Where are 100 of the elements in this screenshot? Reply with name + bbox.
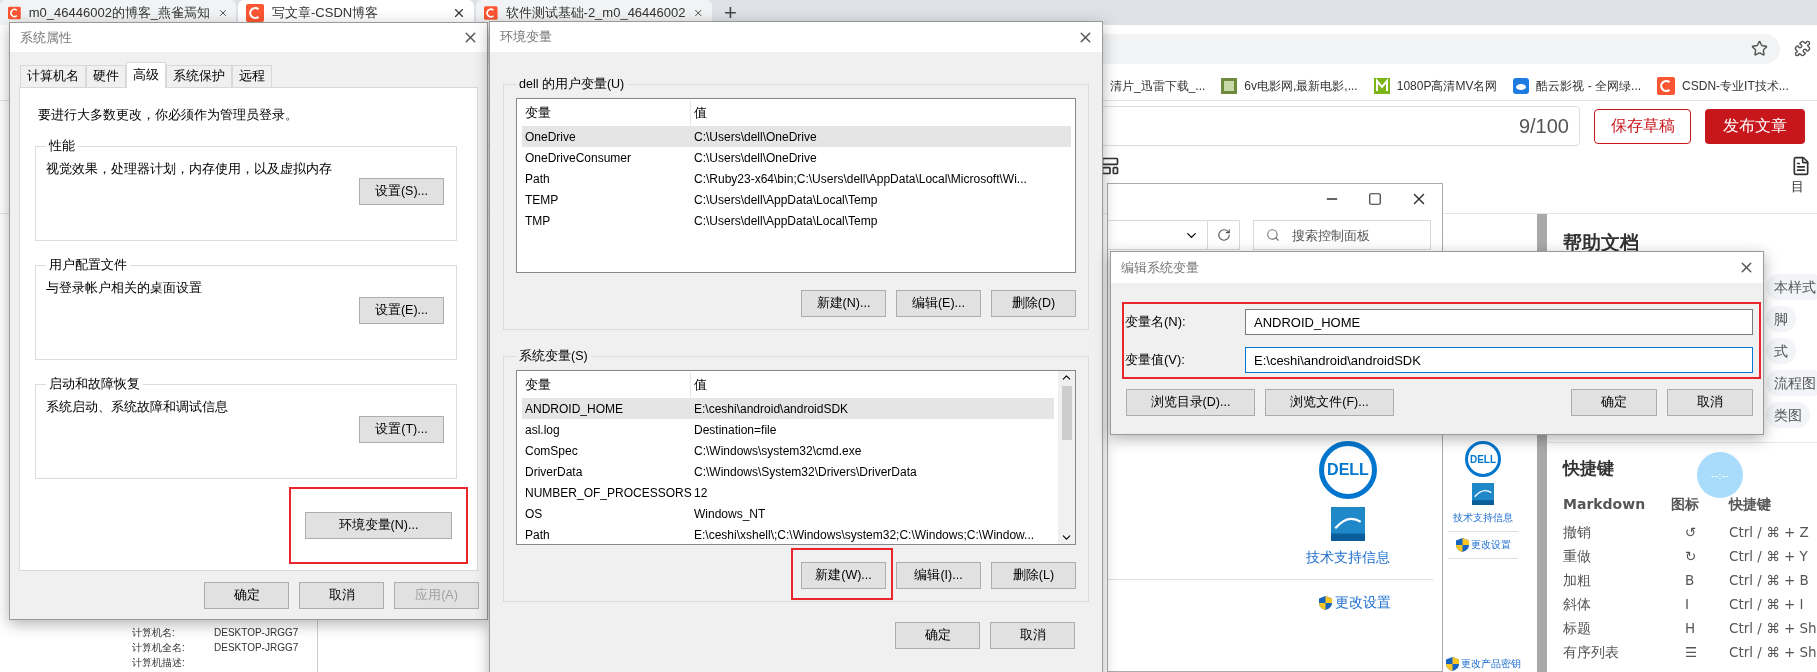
variable-name: OneDrive bbox=[524, 129, 577, 144]
dialog-button[interactable]: 删除(D) bbox=[991, 290, 1076, 317]
bookmark-link[interactable]: 6v电影网,最新电影,... bbox=[1244, 77, 1358, 95]
settings-link[interactable]: 更改设置 bbox=[1319, 594, 1391, 612]
variables-list[interactable] bbox=[516, 98, 1076, 273]
browse-button[interactable]: 浏览文件(F)... bbox=[1265, 389, 1394, 416]
star-icon[interactable] bbox=[1751, 40, 1768, 57]
variable-value: C:\Users\dell\OneDrive bbox=[693, 129, 817, 144]
variable-row[interactable]: TEMP C:\Users\dell\AppData\Local\Temp bbox=[522, 189, 1071, 210]
column-header[interactable]: 值 bbox=[691, 373, 707, 398]
dialog-button[interactable]: 删除(L) bbox=[991, 562, 1076, 589]
dialog-button[interactable]: 确定 bbox=[204, 582, 289, 609]
shortcuts-title: 快捷键 bbox=[1563, 457, 1614, 480]
syntax-chip[interactable]: 流程图 bbox=[1766, 370, 1817, 396]
bookmark-link[interactable]: 酷云影视 - 全网绿... bbox=[1536, 77, 1642, 95]
dialog-button[interactable]: 确定 bbox=[1571, 389, 1657, 416]
variables-list[interactable] bbox=[516, 370, 1076, 545]
dialog-tab[interactable]: 高级 bbox=[126, 62, 166, 88]
variable-row[interactable]: Path C:\Ruby23-x64\bin;C:\Users\dell\AppData\Local\Microsoft\Wi... bbox=[522, 168, 1071, 189]
dialog-tab[interactable]: 远程 bbox=[232, 65, 272, 87]
bookmark-link[interactable]: CSDN-专业IT技术... bbox=[1682, 77, 1789, 95]
variable-name: asl.log bbox=[524, 422, 561, 437]
format-glyph: ☰ bbox=[1684, 643, 1699, 662]
format-glyph: B bbox=[1684, 571, 1696, 590]
dialog-button[interactable]: 确定 bbox=[895, 622, 980, 649]
search-input[interactable]: 搜索控制面板 bbox=[1290, 226, 1424, 244]
bookmark-link[interactable]: 清片_迅雷下载_... bbox=[1110, 77, 1206, 95]
variable-name: Path bbox=[524, 527, 551, 542]
environment-variables-button[interactable]: 环境变量(N)... bbox=[305, 512, 452, 539]
variable-row[interactable]: OneDrive C:\Users\dell\OneDrive bbox=[522, 126, 1071, 147]
group-description: 系统启动、系统故障和调试信息 bbox=[46, 399, 229, 416]
publish-button[interactable]: 发布文章 bbox=[1705, 108, 1805, 144]
mv-logo-icon bbox=[1373, 78, 1390, 94]
dell-logo: DELL bbox=[1319, 441, 1377, 499]
extensions-icon[interactable] bbox=[1794, 40, 1811, 57]
variable-name: OneDriveConsumer bbox=[524, 150, 633, 165]
dialog-button[interactable]: 取消 bbox=[990, 622, 1075, 649]
variable-row[interactable]: NUMBER_OF_PROCESSORS 12 bbox=[522, 482, 1054, 503]
variable-row[interactable]: TMP C:\Users\dell\AppData\Local\Temp bbox=[522, 210, 1071, 231]
search-field[interactable]: 搜索控制面板 bbox=[1253, 220, 1431, 250]
toc-label[interactable]: 目 bbox=[1791, 178, 1804, 196]
variable-row[interactable]: Path E:\ceshi\xshell\;C:\Windows\system32;C:\Windows;C:\Window... bbox=[522, 524, 1054, 545]
refresh-button[interactable] bbox=[1208, 220, 1240, 250]
variable-row[interactable]: ComSpec C:\Windows\system32\cmd.exe bbox=[522, 440, 1054, 461]
variable-name: TMP bbox=[524, 213, 552, 228]
dialog-button[interactable]: 新建(N)... bbox=[801, 290, 886, 317]
variable-row[interactable]: ANDROID_HOME E:\ceshi\android\androidSDK bbox=[522, 398, 1054, 419]
variable-value: Windows_NT bbox=[693, 506, 766, 521]
cloud-icon bbox=[1513, 78, 1530, 94]
settings-button[interactable]: 设置(T)... bbox=[359, 416, 444, 443]
support-link[interactable]: 技术支持信息 bbox=[1306, 549, 1390, 567]
settings-button[interactable]: 设置(E)... bbox=[359, 297, 444, 324]
maximize-icon[interactable] bbox=[1368, 192, 1382, 206]
info-label: 计算机描述: bbox=[132, 656, 186, 669]
dialog-tab[interactable]: 系统保护 bbox=[166, 65, 232, 87]
scroll-thumb[interactable] bbox=[1061, 386, 1072, 440]
variable-row[interactable]: DriverData C:\Windows\System32\Drivers\DriverData bbox=[522, 461, 1054, 482]
document-icon[interactable] bbox=[1791, 156, 1811, 176]
input-field[interactable]: E:\ceshi\android\androidSDK bbox=[1245, 347, 1753, 373]
dialog-tab[interactable]: 硬件 bbox=[86, 65, 126, 87]
film-icon bbox=[1221, 78, 1238, 94]
format-glyph: ↺ bbox=[1684, 523, 1698, 542]
info-value: DESKTOP-JRGG7 bbox=[214, 641, 300, 654]
syntax-chip[interactable]: 式 bbox=[1766, 338, 1796, 364]
dialog-button[interactable]: 新建(W)... bbox=[801, 562, 886, 589]
shield-icon bbox=[1445, 657, 1459, 671]
save-draft-button[interactable]: 保存草稿 bbox=[1594, 108, 1691, 144]
new-tab-button[interactable]: + bbox=[714, 0, 747, 25]
layout-icon[interactable] bbox=[1100, 156, 1120, 176]
shortcut-keys: Ctrl / ⌘ + Z bbox=[1729, 523, 1817, 542]
group-description: 视觉效果，处理器计划，内存使用，以及虚拟内存 bbox=[46, 161, 333, 178]
variable-row[interactable]: OS Windows_NT bbox=[522, 503, 1054, 524]
product-key-link[interactable]: 更改产品密钥 bbox=[1445, 657, 1521, 671]
admin-notice: 要进行大多数更改，你必须作为管理员登录。 bbox=[38, 107, 299, 124]
shortcut-keys: Ctrl / ⌘ + Sh bbox=[1729, 619, 1817, 638]
support-link[interactable]: 技术支持信息 bbox=[1453, 511, 1513, 525]
variable-row[interactable]: asl.log Destination=file bbox=[522, 419, 1054, 440]
window-title: 编辑系统变量 bbox=[1121, 258, 1199, 277]
syntax-chip[interactable]: 脚 bbox=[1766, 306, 1796, 332]
input-field[interactable]: ANDROID_HOME bbox=[1245, 309, 1753, 335]
syntax-chip[interactable]: 类图 bbox=[1766, 402, 1810, 428]
dialog-button[interactable]: 编辑(E)... bbox=[896, 290, 981, 317]
column-header[interactable]: 值 bbox=[691, 101, 707, 126]
dialog-button[interactable]: 编辑(I)... bbox=[896, 562, 981, 589]
variable-name: OS bbox=[524, 506, 544, 521]
settings-link[interactable]: 更改设置 bbox=[1455, 538, 1511, 552]
format-glyph: H bbox=[1684, 619, 1697, 638]
group-title: 系统变量(S) bbox=[518, 348, 589, 365]
syntax-chip[interactable]: 本样式 bbox=[1766, 274, 1817, 300]
info-label: 计算机名: bbox=[132, 626, 176, 639]
variable-row[interactable]: OneDriveConsumer C:\Users\dell\OneDrive bbox=[522, 147, 1071, 168]
browse-button[interactable]: 浏览目录(D)... bbox=[1126, 389, 1255, 416]
dialog-button[interactable]: 取消 bbox=[1667, 389, 1753, 416]
bookmark-link[interactable]: 1080P高清MV名网 bbox=[1396, 77, 1498, 95]
action-label: 重做 bbox=[1563, 547, 1592, 566]
scrollbar[interactable] bbox=[1058, 371, 1075, 544]
dialog-button[interactable]: 取消 bbox=[299, 582, 384, 609]
settings-button[interactable]: 设置(S)... bbox=[359, 178, 444, 205]
refresh-icon[interactable] bbox=[1216, 228, 1231, 242]
dialog-tab[interactable]: 计算机名 bbox=[20, 65, 86, 87]
